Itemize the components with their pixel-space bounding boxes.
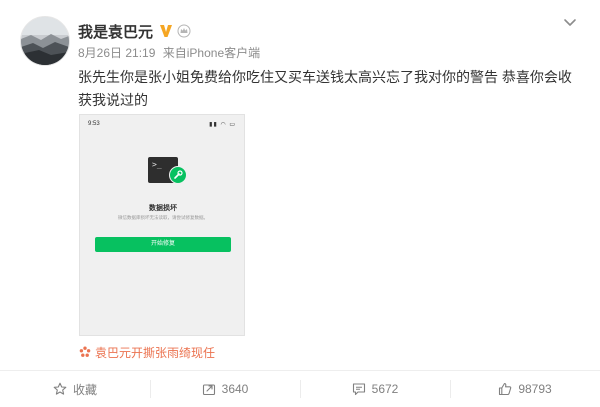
repost-icon bbox=[202, 384, 215, 396]
chevron-down-icon[interactable] bbox=[562, 14, 578, 30]
repost-button[interactable]: 3640 bbox=[150, 371, 300, 407]
image-title: 数据损坏 bbox=[149, 205, 177, 212]
wrench-icon bbox=[169, 166, 187, 184]
thumb-up-icon bbox=[499, 382, 512, 396]
post-date[interactable]: 8月26日 21:19 bbox=[78, 46, 155, 60]
comment-icon bbox=[352, 383, 365, 396]
post-meta: 8月26日 21:19 来自iPhone客户端 bbox=[78, 44, 264, 61]
repost-count: 3640 bbox=[221, 382, 249, 396]
weibo-post: 我是袁巴元 8月26日 21:19 来自iPhone客户端 张先生你是张小姐免费… bbox=[0, 0, 600, 406]
image-status-time: 9:53 bbox=[88, 121, 100, 127]
post-device: iPhone客户端 bbox=[186, 46, 261, 60]
super-topic-icon bbox=[79, 346, 91, 357]
v-badge-icon bbox=[160, 25, 173, 37]
comment-count: 5672 bbox=[371, 382, 399, 396]
image-repair-button: 开始修复 bbox=[95, 237, 231, 252]
like-count: 98793 bbox=[518, 382, 552, 396]
post-source-prefix: 来自 bbox=[162, 46, 187, 60]
crown-icon bbox=[177, 24, 191, 38]
author-row: 我是袁巴元 bbox=[78, 20, 191, 42]
author-name[interactable]: 我是袁巴元 bbox=[78, 21, 153, 42]
favorite-button[interactable]: 收藏 bbox=[0, 371, 150, 407]
post-text: 张先生你是张小姐免费给你吃住又买车送钱太高兴忘了我对你的警告 恭喜你会收获我说过… bbox=[78, 69, 572, 108]
favorite-label: 收藏 bbox=[72, 382, 97, 397]
super-topic-label: 袁巴元开撕张雨绮现任 bbox=[95, 345, 216, 360]
avatar[interactable] bbox=[20, 16, 70, 66]
super-topic-link[interactable]: 袁巴元开撕张雨绮现任 bbox=[79, 344, 215, 360]
image-status-icons: ▮▮ ◠ ▭ bbox=[209, 122, 236, 128]
like-button[interactable]: 98793 bbox=[450, 371, 600, 407]
post-image[interactable]: 9:53 ▮▮ ◠ ▭ 数据损坏 微信数据库损坏无法读取，请尝试修复数据。 开始… bbox=[79, 114, 245, 336]
star-icon bbox=[53, 382, 67, 395]
action-bar: 收藏 3640 5672 98793 bbox=[0, 370, 600, 407]
comment-button[interactable]: 5672 bbox=[300, 371, 450, 407]
image-description: 微信数据库损坏无法读取，请尝试修复数据。 bbox=[118, 215, 208, 220]
